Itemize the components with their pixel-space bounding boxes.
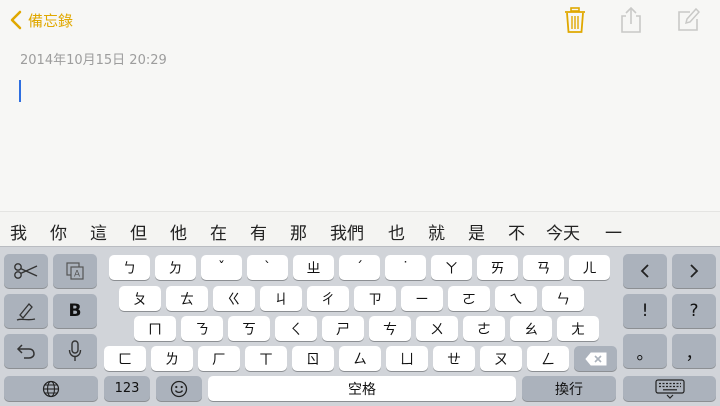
key-zhuyin[interactable]: ㄔ bbox=[307, 286, 349, 311]
candidate-item[interactable]: 在 bbox=[210, 219, 227, 244]
key-zhuyin[interactable]: ㄦ bbox=[569, 255, 610, 280]
copy-button[interactable]: A bbox=[53, 254, 97, 288]
key-zhuyin[interactable]: ˙ bbox=[385, 255, 426, 280]
key-zhuyin[interactable]: ㄝ bbox=[433, 346, 475, 371]
key-zhuyin[interactable]: ˋ bbox=[247, 255, 288, 280]
cursor-left-button[interactable] bbox=[623, 254, 667, 288]
key-zhuyin[interactable]: ㄇ bbox=[134, 316, 176, 341]
candidate-item[interactable]: 今天 bbox=[546, 219, 580, 244]
candidate-item[interactable]: 這 bbox=[90, 219, 107, 244]
dismiss-keyboard-key[interactable] bbox=[623, 376, 716, 401]
key-zhuyin[interactable]: ˊ bbox=[339, 255, 380, 280]
candidate-item[interactable]: 我 bbox=[10, 219, 27, 244]
candidate-item[interactable]: 不 bbox=[508, 219, 525, 244]
key-zhuyin[interactable]: ㄘ bbox=[369, 316, 411, 341]
key-zhuyin[interactable]: ㄛ bbox=[448, 286, 490, 311]
key-zhuyin[interactable]: ㄊ bbox=[166, 286, 208, 311]
key-zhuyin[interactable]: ㄣ bbox=[542, 286, 584, 311]
text-caret bbox=[19, 80, 21, 102]
keyboard: A B ㄅ ㄉ ˇ ˋ ㄓ ˊ ˙ ㄚ ㄞ ㄢ ㄦ ㄆ ㄊ ㄍ ㄐ ㄔ ㄗ ㄧ … bbox=[0, 246, 720, 406]
key-zhuyin[interactable]: ㄌ bbox=[151, 346, 193, 371]
dictation-button[interactable] bbox=[53, 334, 97, 368]
key-zhuyin[interactable]: ㄓ bbox=[293, 255, 334, 280]
emoji-key[interactable] bbox=[156, 376, 202, 401]
key-zhuyin[interactable]: ㄧ bbox=[401, 286, 443, 311]
undo-button[interactable] bbox=[4, 334, 48, 368]
chevron-right-icon bbox=[690, 264, 699, 278]
key-zhuyin[interactable]: ㄒ bbox=[245, 346, 287, 371]
note-date: 2014年10月15日 20:29 bbox=[20, 53, 167, 68]
key-zhuyin[interactable]: ㄠ bbox=[510, 316, 552, 341]
globe-key[interactable] bbox=[4, 376, 98, 401]
key-zhuyin[interactable]: ㄐ bbox=[260, 286, 302, 311]
key-zhuyin[interactable]: ㄏ bbox=[198, 346, 240, 371]
key-zhuyin[interactable]: ㄚ bbox=[431, 255, 472, 280]
candidate-item[interactable]: 我們 bbox=[330, 219, 364, 244]
key-zhuyin[interactable]: ㄥ bbox=[527, 346, 569, 371]
key-zhuyin[interactable]: ㄆ bbox=[119, 286, 161, 311]
key-zhuyin[interactable]: ㄍ bbox=[213, 286, 255, 311]
chevron-left-icon bbox=[10, 10, 22, 30]
scissors-icon bbox=[14, 263, 38, 279]
period-key[interactable]: 。 bbox=[623, 334, 667, 368]
svg-text:A: A bbox=[74, 269, 80, 279]
key-zhuyin[interactable]: ㄅ bbox=[109, 255, 150, 280]
emoji-icon bbox=[170, 380, 188, 397]
pen-icon bbox=[16, 303, 36, 321]
handwriting-button[interactable] bbox=[4, 294, 48, 328]
key-zhuyin[interactable]: ㄖ bbox=[292, 346, 334, 371]
candidate-item[interactable]: 但 bbox=[130, 219, 147, 244]
delete-key[interactable] bbox=[574, 346, 617, 371]
key-zhuyin[interactable]: ㄞ bbox=[477, 255, 518, 280]
note-area[interactable]: 備忘錄 2014年10月15日 20:29 bbox=[0, 0, 720, 211]
candidate-item[interactable]: 那 bbox=[290, 219, 307, 244]
cursor-right-button[interactable] bbox=[672, 254, 716, 288]
key-zhuyin[interactable]: ㄜ bbox=[463, 316, 505, 341]
question-key[interactable]: ? bbox=[672, 294, 716, 328]
back-label: 備忘錄 bbox=[28, 11, 74, 30]
keyboard-dismiss-icon bbox=[654, 378, 685, 399]
key-zhuyin[interactable]: ㄎ bbox=[228, 316, 270, 341]
candidate-item[interactable]: 一 bbox=[605, 219, 622, 244]
key-zhuyin[interactable]: ㄤ bbox=[557, 316, 599, 341]
microphone-icon bbox=[68, 340, 82, 361]
key-zhuyin[interactable]: ㄨ bbox=[416, 316, 458, 341]
back-button[interactable]: 備忘錄 bbox=[10, 8, 73, 32]
undo-icon bbox=[16, 344, 35, 359]
delete-icon bbox=[584, 352, 606, 365]
key-zhuyin[interactable]: ㄑ bbox=[275, 316, 317, 341]
space-key[interactable]: 空格 bbox=[208, 376, 516, 401]
return-key[interactable]: 換行 bbox=[522, 376, 616, 401]
candidate-bar: 我 你 這 但 他 在 有 那 我們 也 就 是 不 今天 一 bbox=[0, 211, 720, 247]
copy-icon: A bbox=[66, 262, 84, 280]
candidate-item[interactable]: 有 bbox=[250, 219, 267, 244]
key-zhuyin[interactable]: ㄢ bbox=[523, 255, 564, 280]
key-zhuyin[interactable]: ㄩ bbox=[386, 346, 428, 371]
comma-key[interactable]: ， bbox=[672, 334, 716, 368]
trash-icon[interactable] bbox=[563, 6, 587, 34]
key-zhuyin[interactable]: ㄙ bbox=[339, 346, 381, 371]
candidate-item[interactable]: 是 bbox=[468, 219, 485, 244]
key-zhuyin[interactable]: ㄡ bbox=[480, 346, 522, 371]
candidate-item[interactable]: 他 bbox=[170, 219, 187, 244]
cut-button[interactable] bbox=[4, 254, 48, 288]
candidate-item[interactable]: 你 bbox=[50, 219, 67, 244]
globe-icon bbox=[42, 380, 60, 397]
key-zhuyin[interactable]: ㄟ bbox=[495, 286, 537, 311]
exclamation-key[interactable]: ! bbox=[623, 294, 667, 328]
candidate-item[interactable]: 也 bbox=[388, 219, 405, 244]
key-zhuyin[interactable]: ㄈ bbox=[104, 346, 146, 371]
candidate-item[interactable]: 就 bbox=[428, 219, 445, 244]
key-zhuyin[interactable]: ㄉ bbox=[155, 255, 196, 280]
numbers-key[interactable]: 123 bbox=[104, 376, 150, 401]
chevron-left-icon bbox=[640, 264, 649, 278]
key-zhuyin[interactable]: ˇ bbox=[201, 255, 242, 280]
key-zhuyin[interactable]: ㄗ bbox=[354, 286, 396, 311]
share-icon[interactable] bbox=[619, 6, 643, 34]
key-zhuyin[interactable]: ㄋ bbox=[181, 316, 223, 341]
compose-icon[interactable] bbox=[676, 6, 700, 32]
bold-button[interactable]: B bbox=[53, 294, 97, 328]
key-zhuyin[interactable]: ㄕ bbox=[322, 316, 364, 341]
